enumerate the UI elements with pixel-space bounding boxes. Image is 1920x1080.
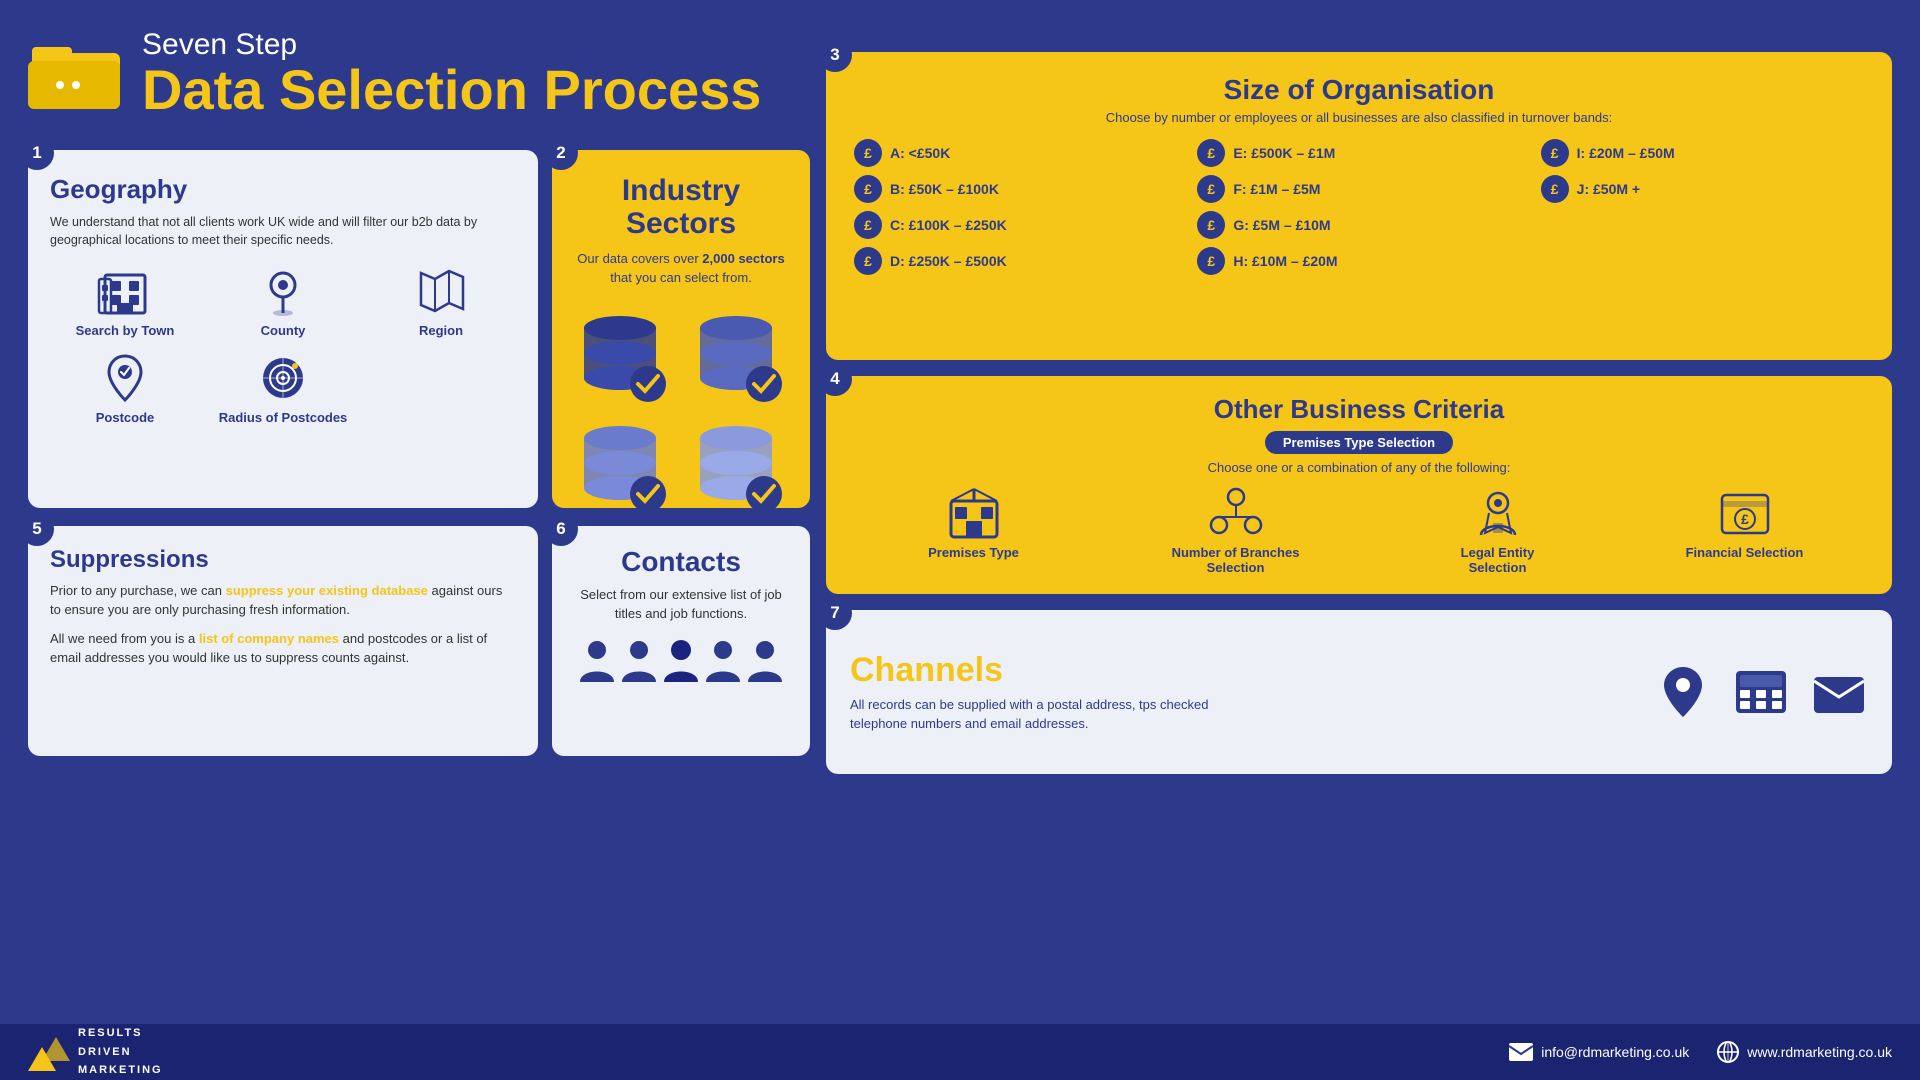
other-title: Other Business Criteria bbox=[850, 394, 1868, 425]
geo-region-label: Region bbox=[419, 323, 463, 338]
suppress-title: Suppressions bbox=[50, 546, 516, 574]
step-2-badge: 2 bbox=[544, 136, 578, 170]
section-size: 3 Size of Organisation Choose by number … bbox=[826, 52, 1892, 360]
geo-town-label: Search by Town bbox=[76, 323, 175, 338]
premises-label: Premises Type bbox=[928, 545, 1019, 560]
contacts-title: Contacts bbox=[570, 546, 792, 578]
header-title: Data Selection Process bbox=[142, 62, 761, 118]
branches-label: Number of Branches Selection bbox=[1156, 545, 1316, 575]
section-industry: 2 Industry Sectors Our data covers over … bbox=[552, 150, 810, 508]
database-icon-2 bbox=[686, 306, 786, 406]
folder-icon bbox=[28, 33, 124, 113]
legal-label: Legal Entity Selection bbox=[1433, 545, 1563, 575]
map-icon bbox=[415, 265, 467, 317]
rdm-logo-icon bbox=[28, 1033, 70, 1071]
geo-item-radius: Radius of Postcodes bbox=[208, 352, 358, 425]
financial-label: Financial Selection bbox=[1686, 545, 1804, 560]
database-icon-1 bbox=[570, 306, 670, 406]
turnover-G: £ G: £5M – £10M bbox=[1197, 211, 1520, 239]
email-channel-icon bbox=[1810, 663, 1868, 721]
svg-text:£: £ bbox=[1741, 511, 1749, 527]
database-icon-4 bbox=[686, 416, 786, 516]
legal-icon bbox=[1471, 487, 1525, 541]
financial-icon: £ bbox=[1718, 487, 1772, 541]
industry-desc: Our data covers over 2,000 sectors that … bbox=[570, 250, 792, 288]
turnover-C: £ C: £100K – £250K bbox=[854, 211, 1177, 239]
person-icon-5 bbox=[746, 638, 784, 684]
turnover-B: £ B: £50K – £100K bbox=[854, 175, 1177, 203]
section-geography: 1 Geography We understand that not all c… bbox=[28, 150, 538, 508]
geo-item-county: County bbox=[208, 265, 358, 338]
step-7-badge: 7 bbox=[818, 596, 852, 630]
geo-postcode-label: Postcode bbox=[96, 410, 155, 425]
geography-desc: We understand that not all clients work … bbox=[50, 213, 516, 249]
geo-county-label: County bbox=[261, 323, 306, 338]
geography-title: Geography bbox=[50, 174, 516, 205]
building-icon bbox=[97, 265, 153, 317]
suppress-para1: Prior to any purchase, we can suppress y… bbox=[50, 582, 516, 620]
geo-radius-label: Radius of Postcodes bbox=[219, 410, 348, 425]
email-footer-icon bbox=[1509, 1043, 1533, 1061]
other-legal: Legal Entity Selection bbox=[1433, 487, 1563, 575]
location-channel-icon bbox=[1654, 663, 1712, 721]
turnover-empty1 bbox=[1541, 211, 1864, 239]
step-6-badge: 6 bbox=[544, 512, 578, 546]
size-subtitle: Choose by number or employees or all bus… bbox=[854, 110, 1864, 125]
other-premises: Premises Type bbox=[909, 487, 1039, 560]
person-icon-1 bbox=[578, 638, 616, 684]
suppress-para2: All we need from you is a list of compan… bbox=[50, 630, 516, 668]
header-subtitle: Seven Step bbox=[142, 28, 761, 62]
footer-email: info@rdmarketing.co.uk bbox=[1541, 1044, 1689, 1060]
turnover-J: £ J: £50M + bbox=[1541, 175, 1864, 203]
section-contacts: 6 Contacts Select from our extensive lis… bbox=[552, 526, 810, 756]
database-icon-3 bbox=[570, 416, 670, 516]
step-4-badge: 4 bbox=[818, 362, 852, 396]
person-icon-4 bbox=[704, 638, 742, 684]
telephone-channel-icon bbox=[1732, 663, 1790, 721]
step-3-badge: 3 bbox=[818, 38, 852, 72]
branches-icon bbox=[1209, 487, 1263, 541]
size-title: Size of Organisation bbox=[854, 74, 1864, 106]
section-channels: 7 Channels All records can be supplied w… bbox=[826, 610, 1892, 774]
footer-logo-text: RESULTSDRIVENMARKETING bbox=[78, 1024, 163, 1080]
header: Seven Step Data Selection Process bbox=[28, 28, 761, 118]
person-icon-2 bbox=[620, 638, 658, 684]
contacts-desc: Select from our extensive list of job ti… bbox=[570, 586, 792, 624]
other-subtitle: Choose one or a combination of any of th… bbox=[850, 460, 1868, 475]
turnover-F: £ F: £1M – £5M bbox=[1197, 175, 1520, 203]
footer: RESULTSDRIVENMARKETING info@rdmarketing.… bbox=[0, 1024, 1920, 1080]
postcode-icon bbox=[99, 352, 151, 404]
person-icon-3 bbox=[662, 638, 700, 684]
premises-icon bbox=[947, 487, 1001, 541]
section-suppressions: 5 Suppressions Prior to any purchase, we… bbox=[28, 526, 538, 756]
turnover-D: £ D: £250K – £500K bbox=[854, 247, 1177, 275]
geo-item-town: Search by Town bbox=[50, 265, 200, 338]
step-5-badge: 5 bbox=[20, 512, 54, 546]
industry-title: Industry Sectors bbox=[570, 174, 792, 240]
other-branches: Number of Branches Selection bbox=[1156, 487, 1316, 575]
geo-item-region: Region bbox=[366, 265, 516, 338]
channels-title: Channels bbox=[850, 651, 1210, 690]
turnover-E: £ E: £500K – £1M bbox=[1197, 139, 1520, 167]
turnover-I: £ I: £20M – £50M bbox=[1541, 139, 1864, 167]
turnover-H: £ H: £10M – £20M bbox=[1197, 247, 1520, 275]
footer-website: www.rdmarketing.co.uk bbox=[1747, 1044, 1892, 1060]
geo-item-postcode: Postcode bbox=[50, 352, 200, 425]
turnover-A: £ A: <£50K bbox=[854, 139, 1177, 167]
map-pin-icon bbox=[257, 265, 309, 317]
radius-icon bbox=[257, 352, 309, 404]
section-other-business: 4 Other Business Criteria Premises Type … bbox=[826, 376, 1892, 594]
step-1-badge: 1 bbox=[20, 136, 54, 170]
other-financial: £ Financial Selection bbox=[1680, 487, 1810, 560]
page: Seven Step Data Selection Process 1 Geog… bbox=[0, 0, 1920, 1080]
globe-footer-icon bbox=[1717, 1041, 1739, 1063]
channels-desc: All records can be supplied with a posta… bbox=[850, 696, 1210, 734]
premises-badge: Premises Type Selection bbox=[1265, 431, 1453, 454]
